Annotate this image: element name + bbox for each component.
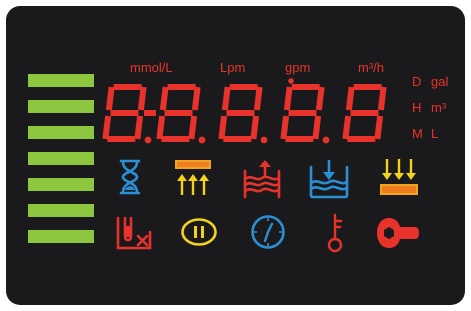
display-segment (102, 115, 112, 140)
display-segment (221, 86, 231, 111)
brine-refill-icon (243, 160, 281, 199)
decimal-point (198, 136, 206, 144)
display-segment (218, 115, 228, 140)
display-segment (377, 86, 387, 111)
service-down-icon (380, 159, 418, 195)
display-segment (159, 86, 169, 111)
clock-icon (251, 215, 285, 249)
minus-segment (144, 110, 156, 116)
backwash-up-icon (175, 160, 211, 195)
display-segment (188, 115, 198, 140)
display-segment (342, 115, 352, 140)
brine-draw-icon (309, 159, 349, 199)
decimal-point (260, 136, 268, 144)
lcd-panel: mmol/L Lpm gpm m³/h D gal H m³ M L (6, 6, 465, 305)
display-segment (374, 115, 384, 140)
display-segment (345, 86, 355, 111)
display-segment (312, 115, 322, 140)
decimal-point (144, 136, 152, 144)
salt-tank-icon (116, 216, 152, 250)
seven-segment-display (102, 84, 387, 144)
display-segment (105, 86, 115, 111)
display-segment (191, 86, 201, 111)
display-segment (250, 115, 260, 140)
decimal-point (322, 136, 330, 144)
wrench-icon (377, 218, 419, 248)
pause-icon (181, 218, 217, 246)
display-segment (280, 115, 290, 140)
hourglass-icon (119, 159, 141, 195)
display-segment (283, 86, 293, 111)
key-icon (327, 213, 343, 253)
display-segment (156, 115, 166, 140)
display-segment (134, 115, 144, 140)
display-segment (137, 86, 147, 111)
display-segment (315, 86, 325, 111)
display-segment (253, 86, 263, 111)
